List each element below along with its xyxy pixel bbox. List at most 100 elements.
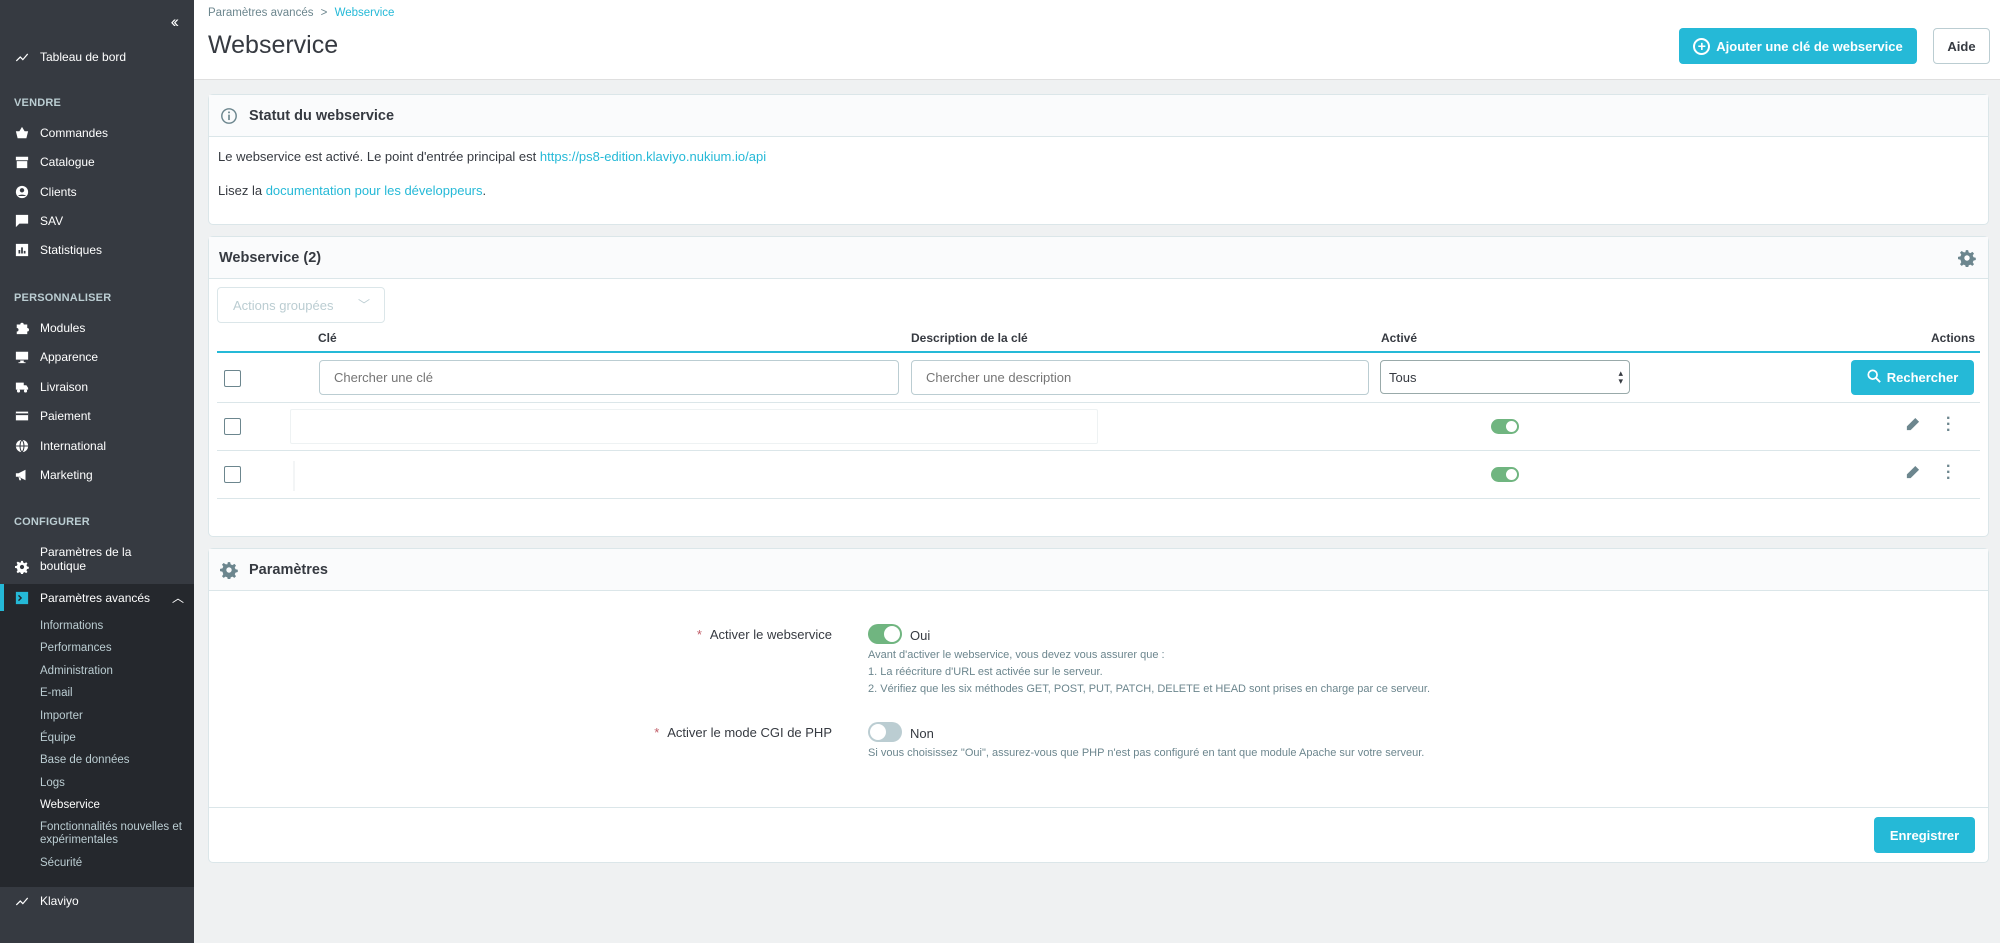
sidebar-item-label: Modules <box>40 321 86 335</box>
sidebar-item-customers[interactable]: Clients <box>0 183 194 201</box>
gear-icon <box>219 560 239 580</box>
help-button[interactable]: Aide <box>1933 28 1990 64</box>
submenu-item-administration[interactable]: Administration <box>40 665 113 677</box>
double-chevron-left-icon[interactable]: ‹‹ <box>171 12 180 32</box>
user-circle-icon <box>14 184 30 200</box>
row-divider <box>217 498 1980 499</box>
sidebar-item-stats[interactable]: Statistiques <box>0 241 194 259</box>
submenu-item-informations[interactable]: Informations <box>40 620 103 632</box>
row-active-toggle[interactable] <box>1491 419 1519 434</box>
card-footer-divider <box>209 807 1988 808</box>
page-title: Webservice <box>208 31 339 59</box>
gear-icon[interactable] <box>1958 249 1976 271</box>
save-button[interactable]: Enregistrer <box>1874 817 1975 853</box>
submenu-item-import[interactable]: Importer <box>40 710 83 722</box>
column-header-active[interactable]: Activé <box>1381 331 1417 345</box>
status-line-1: Le webservice est activé. Le point d'ent… <box>218 149 766 164</box>
sidebar-item-catalog[interactable]: Catalogue <box>0 153 194 171</box>
doc-suffix: . <box>482 183 487 198</box>
chevron-down-icon: ﹀ <box>357 298 370 312</box>
submenu-item-security[interactable]: Sécurité <box>40 857 82 869</box>
submenu-item-logs[interactable]: Logs <box>40 777 65 789</box>
submenu-item-email[interactable]: E-mail <box>40 687 73 699</box>
basket-icon <box>14 125 30 141</box>
search-button[interactable]: Rechercher <box>1851 360 1974 395</box>
submenu-item-webservice[interactable]: Webservice <box>40 799 100 811</box>
field1-label-text: Activer le webservice <box>709 627 832 642</box>
monitor-icon <box>14 349 30 365</box>
field1-help: Avant d'activer le webservice, vous deve… <box>868 647 1430 698</box>
pencil-icon[interactable] <box>1905 417 1920 437</box>
sidebar-item-appearance[interactable]: Apparence <box>0 348 194 366</box>
webservice-enable-toggle[interactable] <box>868 624 902 644</box>
sidebar-item-shipping[interactable]: Livraison <box>0 378 194 396</box>
filter-key-input[interactable] <box>319 360 899 395</box>
globe-icon <box>14 438 30 454</box>
api-endpoint-link[interactable]: https://ps8-edition.klaviyo.nukium.io/ap… <box>540 149 766 164</box>
row-active-toggle[interactable] <box>1491 467 1519 482</box>
list-card-header: Webservice (2) <box>209 237 1988 279</box>
chevron-up-icon[interactable]: ︿ <box>172 589 184 606</box>
header-underline <box>217 351 1980 353</box>
sidebar-item-label: International <box>40 439 107 453</box>
sidebar-item-label: Marketing <box>40 468 93 482</box>
breadcrumb-parent[interactable]: Paramètres avancés <box>208 7 313 19</box>
sidebar: ‹‹ Tableau de bord VENDRE Commandes Cata… <box>0 0 194 943</box>
filter-active-select[interactable]: Tous ▴ ▾ <box>1380 360 1630 394</box>
more-vertical-icon[interactable]: · · · <box>1946 459 1951 487</box>
sidebar-item-klaviyo[interactable]: Klaviyo <box>0 891 194 911</box>
column-header-actions: Actions <box>1930 331 1975 345</box>
developer-docs-link[interactable]: documentation pour les développeurs <box>266 183 483 198</box>
field2-value: Non <box>910 726 934 741</box>
required-star: * <box>696 627 702 642</box>
bulk-actions-dropdown[interactable]: Actions groupées ﹀ <box>217 287 385 323</box>
doc-text: Lisez la <box>218 183 263 198</box>
key-cell-redacted <box>290 409 1098 444</box>
sidebar-item-payment[interactable]: Paiement <box>0 407 194 425</box>
credit-card-icon <box>14 408 30 424</box>
sidebar-item-label: Tableau de bord <box>40 50 127 64</box>
submenu-item-database[interactable]: Base de données <box>40 754 130 766</box>
field2-label: * Activer le mode CGI de PHP <box>560 725 832 740</box>
sidebar-item-marketing[interactable]: Marketing <box>0 466 194 484</box>
row-divider <box>217 450 1980 451</box>
sidebar-item-label: Livraison <box>40 380 89 394</box>
terminal-box-icon <box>14 590 30 606</box>
params-card: Paramètres <box>208 548 1989 863</box>
filter-description-input[interactable] <box>911 360 1369 395</box>
search-icon <box>1867 369 1881 386</box>
column-header-key[interactable]: Clé <box>318 331 337 345</box>
column-header-description[interactable]: Description de la clé <box>911 331 1028 345</box>
status-text: Le webservice est activé. Le point d'ent… <box>218 149 537 164</box>
sidebar-item-label: Statistiques <box>40 243 103 257</box>
add-key-button[interactable]: + Ajouter une clé de webservice <box>1679 28 1917 64</box>
breadcrumb-separator: > <box>320 7 328 19</box>
plus-circle-icon: + <box>1693 37 1711 55</box>
sidebar-item-sav[interactable]: SAV <box>0 212 194 230</box>
help-line: 1. La réécriture d'URL est activée sur l… <box>868 666 1103 678</box>
pencil-icon[interactable] <box>1905 465 1920 485</box>
php-cgi-toggle[interactable] <box>868 722 902 742</box>
sidebar-item-advanced-params[interactable]: Paramètres avancés ︿ <box>0 584 194 611</box>
submenu-item-performances[interactable]: Performances <box>40 642 112 654</box>
sidebar-item-shop-params[interactable]: Paramètres de la boutique <box>0 545 194 577</box>
submenu-item-new-features[interactable]: Fonctionnalités nouvelles et expérimenta… <box>40 821 190 847</box>
row-checkbox[interactable] <box>224 466 241 483</box>
sidebar-item-orders[interactable]: Commandes <box>0 124 194 142</box>
status-line-2: Lisez la documentation pour les développ… <box>218 183 486 198</box>
status-card-header: Statut du webservice <box>209 95 1988 137</box>
sidebar-item-label: Paramètres avancés <box>40 590 151 605</box>
trending-up-icon <box>14 49 30 65</box>
breadcrumb: Paramètres avancés > Webservice <box>208 7 394 19</box>
submenu-item-team[interactable]: Équipe <box>40 732 76 744</box>
sidebar-item-dashboard[interactable]: Tableau de bord <box>0 47 194 67</box>
sidebar-item-label: SAV <box>40 214 64 228</box>
more-vertical-icon[interactable]: · · · <box>1946 411 1951 439</box>
select-all-checkbox[interactable] <box>224 370 241 387</box>
row-checkbox[interactable] <box>224 418 241 435</box>
sidebar-item-international[interactable]: International <box>0 437 194 455</box>
toggle-knob <box>884 626 900 642</box>
list-card-title: Webservice (2) <box>219 249 322 266</box>
sidebar-item-modules[interactable]: Modules <box>0 319 194 337</box>
breadcrumb-current[interactable]: Webservice <box>335 7 395 19</box>
